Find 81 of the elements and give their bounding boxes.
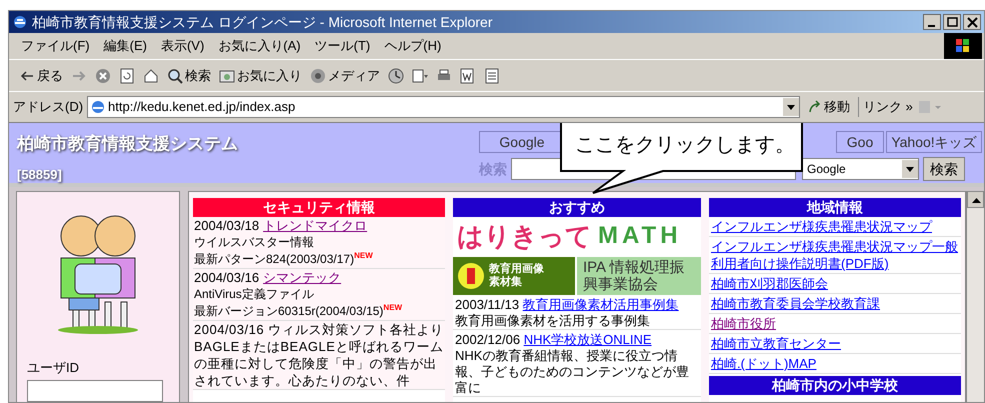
banner-text: MATH — [598, 221, 682, 251]
section-heading: 柏崎市内の小中学校 — [709, 376, 961, 395]
search-engine-tab[interactable]: Goo — [836, 131, 884, 153]
go-button[interactable]: 移動 — [804, 95, 854, 119]
news-date: 2004/03/16 — [194, 269, 260, 286]
menu-item[interactable]: 編集(E) — [104, 36, 147, 56]
local-link[interactable]: 柏崎市役所 — [711, 315, 959, 332]
refresh-button[interactable] — [119, 68, 135, 84]
news-text: AntiVirus定義ファイル — [194, 286, 314, 303]
address-label: アドレス(D) — [13, 98, 84, 116]
news-link[interactable]: NHK学校放送ONLINE — [524, 332, 652, 347]
clock-icon — [388, 68, 404, 84]
search-icon — [167, 68, 183, 84]
news-link[interactable]: シマンテック — [263, 269, 342, 286]
word-document-button[interactable] — [460, 68, 476, 84]
section-heading: セキュリティ情報 — [193, 198, 445, 217]
browser-logo-icon — [12, 14, 28, 30]
stop-button[interactable] — [95, 68, 111, 84]
toolbar-button[interactable]: お気に入り — [219, 66, 302, 86]
ipa-banner[interactable]: IPA 情報処理振興事業協会 — [577, 257, 701, 295]
toolbar-button[interactable]: 戻る — [19, 66, 63, 86]
clock-button[interactable] — [388, 68, 404, 84]
menu-item[interactable]: ファイル(F) — [21, 36, 90, 56]
section-heading: おすすめ — [453, 198, 701, 217]
user-id-field[interactable] — [27, 380, 163, 402]
document-button[interactable] — [484, 68, 500, 84]
new-label: NEW — [383, 303, 402, 313]
toolbar-button[interactable]: メディア — [310, 66, 380, 86]
media-icon — [310, 68, 326, 84]
scroll-up-icon[interactable] — [967, 191, 984, 208]
visitor-counter: [58859] — [17, 166, 63, 184]
local-link[interactable]: 柏崎市立教育センター — [711, 335, 959, 352]
pencil-icon — [457, 262, 485, 290]
callout-text: ここをクリックします。 — [575, 133, 795, 158]
address-field[interactable]: http://kedu.kenet.ed.jp/index.asp — [87, 96, 800, 118]
minimize-icon[interactable] — [923, 14, 941, 30]
menu-item[interactable]: ツール(T) — [314, 36, 370, 56]
go-arrow-icon — [808, 100, 822, 114]
news-link[interactable]: トレンドマイクロ — [263, 217, 368, 234]
throbber-logo-icon — [944, 33, 982, 59]
menu-item[interactable]: 表示(V) — [160, 36, 204, 56]
new-label: NEW — [354, 251, 373, 261]
news-text: ウイルスバスター情報 — [194, 234, 314, 251]
news-date: 2004/03/18 — [194, 217, 260, 234]
image-material-banner[interactable]: 教育用画像素材集 — [453, 257, 575, 295]
local-link[interactable]: 柏崎.(ドット)MAP — [711, 355, 959, 372]
home-button[interactable] — [143, 68, 159, 84]
local-link[interactable]: 柏崎市刈羽郡医師会 — [711, 275, 959, 292]
search-engine-tab[interactable]: Yahoo!キッズ — [886, 131, 982, 153]
local-link[interactable]: 柏崎市教育委員会学校教育課 — [711, 295, 959, 312]
scrollbar[interactable] — [966, 191, 984, 402]
banner-text: 教育用画像素材集 — [489, 263, 545, 289]
site-title: 柏崎市教育情報支援システム — [17, 133, 239, 155]
links-button[interactable]: リンク » — [858, 97, 913, 117]
section-heading: 地域情報 — [709, 198, 961, 217]
toolbar-button[interactable]: 検索 — [167, 66, 211, 86]
search-button[interactable]: 検索 — [923, 157, 965, 181]
document-icon — [484, 68, 500, 84]
banner-text: はりきって — [457, 221, 592, 251]
home-icon — [143, 68, 159, 84]
window-title: 柏崎市教育情報支援システム ログインページ - Microsoft Internet Explorer — [32, 12, 493, 32]
user-id-label: ユーザID — [27, 359, 79, 377]
stop-icon — [95, 68, 111, 84]
news-text: NHKの教育番組情報、授業に役立つ情報、子どものためのコンテンツなどが豊富に — [455, 348, 690, 396]
page-icon — [90, 99, 106, 115]
close-icon[interactable] — [963, 14, 981, 30]
engine-select[interactable]: Google — [802, 158, 919, 180]
news-link[interactable]: 教育用画像素材活用事例集 — [522, 297, 679, 312]
maximize-icon[interactable] — [943, 14, 961, 30]
menu-item[interactable]: ヘルプ(H) — [384, 36, 442, 56]
refresh-icon — [119, 68, 135, 84]
news-text: 2004/03/16 ウィルス対策ソフト各社よりBAGLEまたはBEAGLEと呼ばれるワームの亜種に対して危険度「中」の警告が出されています。心あたりのない、件 — [194, 321, 444, 389]
menu-item[interactable]: お気に入り(A) — [218, 36, 301, 56]
news-date: 2003/11/13 — [455, 297, 520, 312]
local-link[interactable]: インフルエンザ様疾患罹患状況マップ一般利用者向け操作説明書(PDF版) — [711, 238, 959, 272]
word-document-icon — [460, 68, 476, 84]
news-text: 最新パターン824(2003/03/17) — [194, 251, 354, 268]
news-date: 2002/12/06 — [455, 332, 522, 347]
news-text: 最新バージョン60315r(2004/03/15) — [194, 303, 384, 320]
news-text: 教育用画像素材を活用する事例集 — [455, 313, 651, 329]
local-link[interactable]: インフルエンザ様疾患罹患状況マップ — [711, 218, 959, 235]
